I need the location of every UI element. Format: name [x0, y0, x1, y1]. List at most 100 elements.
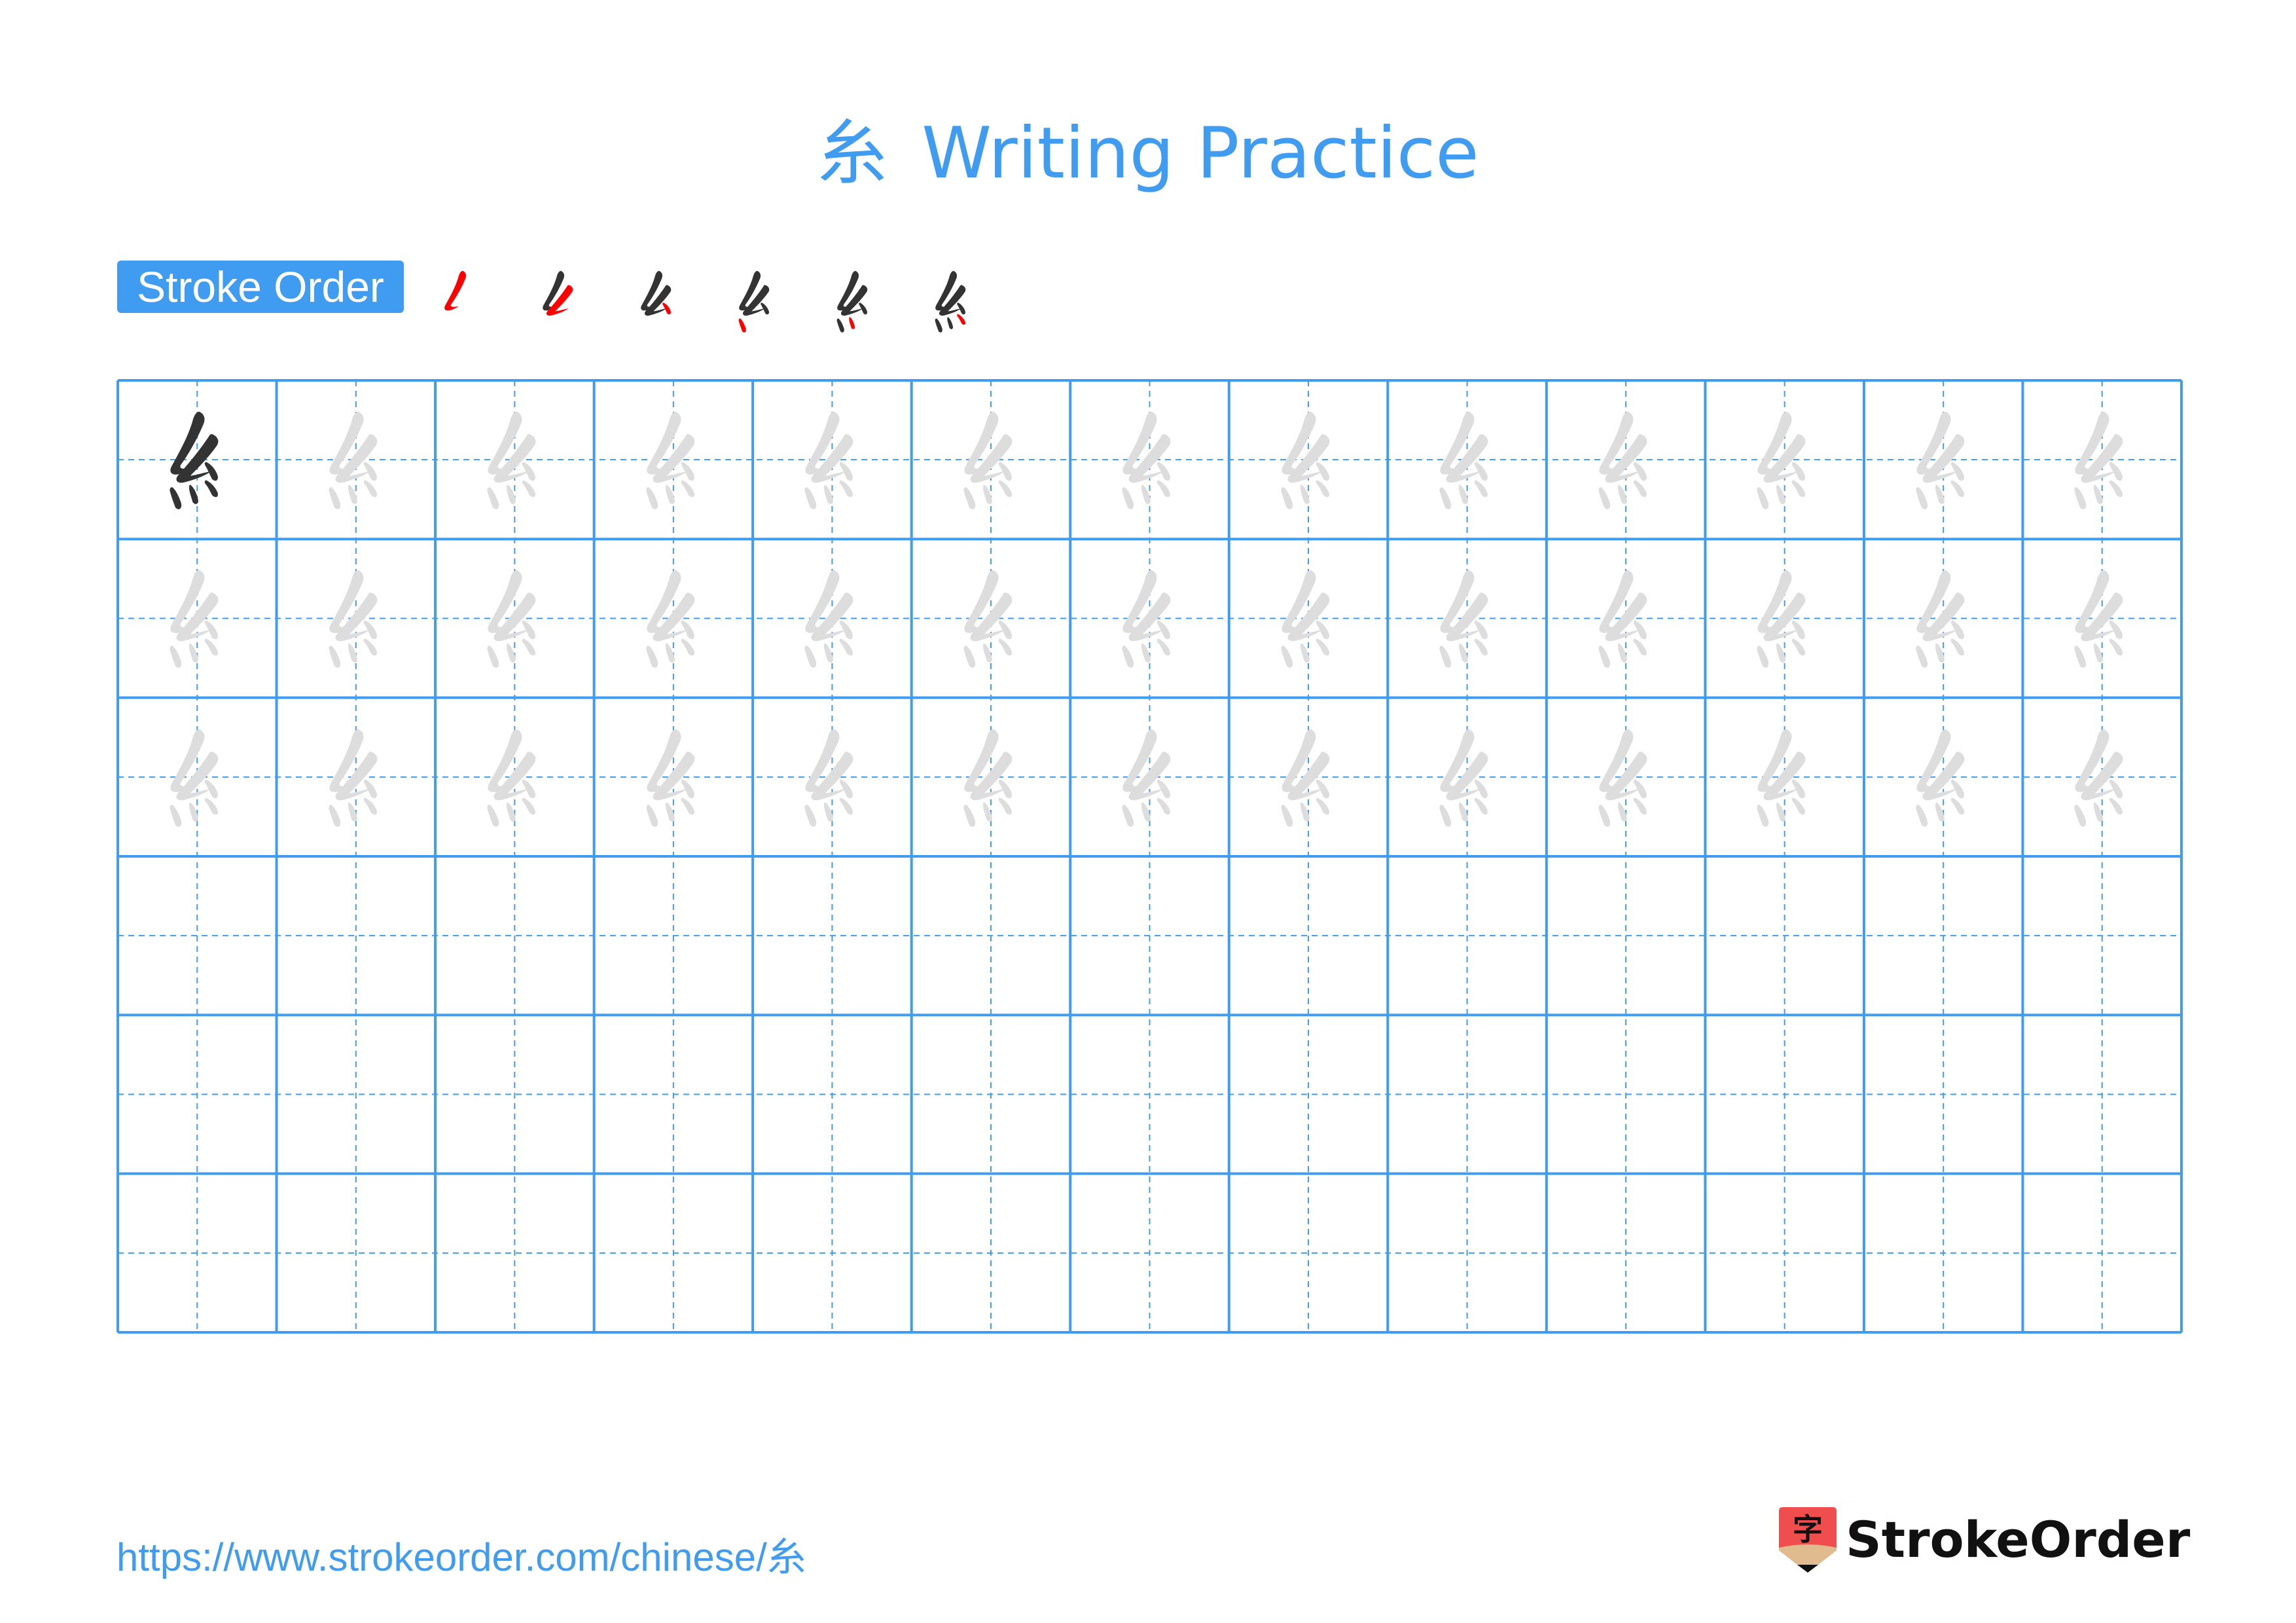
stroke-3 — [2109, 620, 2123, 640]
stroke-6 — [1633, 480, 1647, 498]
stroke-4 — [1439, 804, 1452, 827]
trace-character — [1705, 380, 1864, 539]
page-title: 糸 Writing Practice — [0, 105, 2296, 203]
stroke-6 — [681, 638, 694, 656]
title-text: Writing Practice — [922, 113, 1479, 194]
stroke-6 — [957, 314, 966, 325]
stroke-5 — [189, 802, 198, 822]
stroke-6 — [2109, 480, 2123, 498]
stroke-5 — [824, 484, 834, 504]
stroke-5 — [1617, 484, 1627, 504]
stroke-5 — [1300, 802, 1310, 822]
stroke-6 — [1792, 797, 1806, 814]
stroke-6 — [204, 638, 218, 656]
stroke-3 — [363, 462, 377, 481]
trace-glyph — [170, 729, 219, 827]
stroke-5 — [2094, 484, 2104, 504]
trace-character — [1070, 380, 1229, 539]
stroke-5 — [824, 802, 834, 822]
stroke-3 — [839, 779, 853, 798]
trace-character — [912, 539, 1071, 697]
stroke-4 — [170, 804, 182, 827]
trace-character — [277, 698, 436, 856]
trace-glyph — [1281, 411, 1330, 509]
trace-character — [1547, 539, 1706, 697]
logo-glyph: 字 — [1793, 1512, 1823, 1547]
stroke-step-glyph — [935, 270, 966, 333]
stroke-step-glyph — [836, 270, 868, 333]
stroke-step-glyph — [738, 270, 770, 333]
trace-glyph — [487, 729, 536, 827]
stroke-3 — [1475, 779, 1488, 798]
trace-character — [594, 380, 753, 539]
practice-grid — [117, 379, 2183, 1334]
trace-character — [1705, 539, 1864, 697]
stroke-5 — [824, 643, 834, 663]
stroke-6 — [1633, 797, 1647, 814]
trace-character — [753, 539, 912, 697]
stroke-4 — [1598, 804, 1611, 827]
stroke-4 — [2074, 487, 2087, 509]
stroke-4 — [935, 318, 942, 333]
stroke-6 — [1157, 480, 1171, 498]
trace-character — [435, 698, 594, 856]
stroke-5 — [348, 484, 357, 504]
trace-character — [2022, 539, 2181, 697]
trace-glyph — [1439, 570, 1488, 668]
stroke-6 — [681, 480, 694, 498]
stroke-6 — [839, 797, 853, 814]
trace-glyph — [1439, 411, 1488, 509]
trace-glyph — [1598, 729, 1647, 827]
stroke-5 — [1300, 643, 1310, 663]
trace-glyph — [1916, 411, 1965, 509]
stroke-3 — [998, 620, 1012, 640]
stroke-6 — [204, 480, 218, 498]
stroke-4 — [1439, 646, 1452, 668]
trace-glyph — [963, 570, 1013, 668]
stroke-4 — [645, 646, 658, 668]
stroke-3 — [1792, 620, 1806, 640]
trace-character — [435, 539, 594, 697]
trace-glyph — [487, 411, 536, 509]
trace-glyph — [804, 729, 853, 827]
stroke-step-2 — [524, 259, 596, 344]
trace-glyph — [328, 411, 377, 509]
stroke-5 — [507, 643, 516, 663]
trace-glyph — [1122, 729, 1171, 827]
stroke-6 — [363, 480, 377, 498]
stroke-5 — [982, 643, 992, 663]
trace-glyph — [2074, 411, 2123, 509]
stroke-6 — [2109, 638, 2123, 656]
stroke-3 — [363, 620, 377, 640]
stroke-3 — [1792, 462, 1806, 481]
stroke-step-1 — [425, 259, 497, 344]
trace-glyph — [328, 570, 377, 668]
stroke-4 — [1757, 804, 1769, 827]
stroke-3 — [1475, 462, 1488, 481]
stroke-4 — [1916, 646, 1928, 668]
stroke-4 — [328, 487, 340, 509]
trace-character — [1864, 380, 2023, 539]
footer-url[interactable]: https://www.strokeorder.com/chinese/糸 — [117, 1525, 806, 1582]
trace-glyph — [328, 729, 377, 827]
trace-glyph — [1757, 729, 1806, 827]
stroke-3 — [1316, 620, 1329, 640]
trace-character — [1388, 698, 1547, 856]
trace-glyph — [804, 570, 853, 668]
stroke-4 — [170, 646, 182, 668]
stroke-6 — [522, 638, 536, 656]
stroke-4 — [328, 804, 340, 827]
stroke-5 — [1617, 643, 1627, 663]
stroke-6 — [2109, 797, 2123, 814]
stroke-5 — [2094, 643, 2104, 663]
stroke-5 — [1459, 484, 1469, 504]
trace-character — [1547, 380, 1706, 539]
stroke-6 — [204, 797, 218, 814]
stroke-4 — [487, 646, 499, 668]
stroke-step-glyph — [641, 270, 672, 316]
trace-glyph — [2074, 570, 2123, 668]
stroke-4 — [487, 487, 499, 509]
stroke-5 — [1459, 802, 1469, 822]
trace-character — [1547, 698, 1706, 856]
stroke-4 — [1916, 487, 1928, 509]
